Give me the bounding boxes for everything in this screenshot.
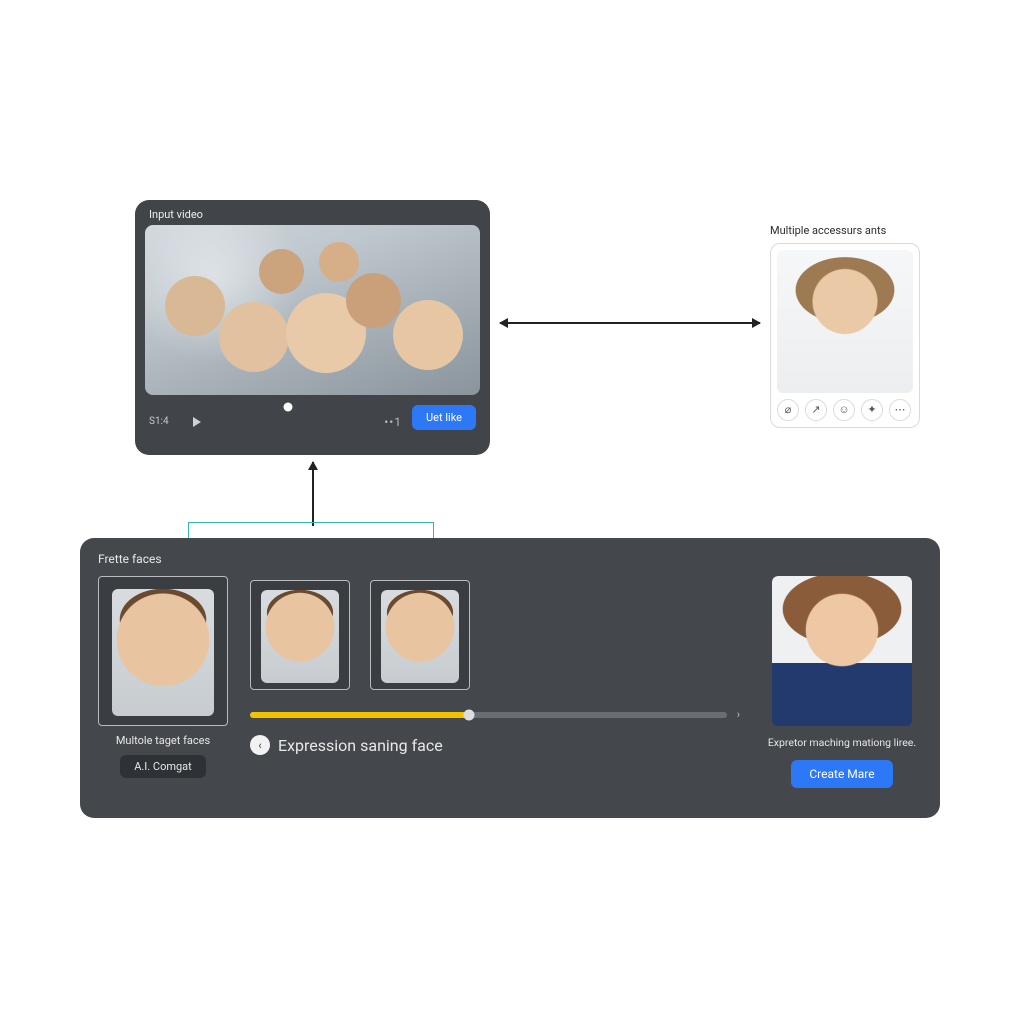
candidate-face-2[interactable] — [370, 580, 470, 690]
result-caption: Expretor maching mationg liree. — [768, 736, 916, 750]
target-face-thumb[interactable] — [98, 576, 228, 726]
more-dots-icon[interactable]: ••1 — [384, 415, 402, 429]
accessors-panel: Multiple accessurs ants ✓ ✕ ⌀ ↗ ☺ ✦ ⋯ — [770, 224, 920, 428]
accessors-face-image — [777, 250, 913, 393]
star-icon[interactable]: ✦ — [861, 399, 883, 421]
candidate-column: › ‹ Expression saning face — [250, 576, 740, 755]
expression-label: Expression saning face — [278, 736, 443, 755]
candidate-face-1[interactable] — [250, 580, 350, 690]
result-column: Expretor maching mationg liree. Create M… — [762, 576, 922, 788]
ai-compute-button[interactable]: A.I. Comgat — [120, 755, 206, 778]
person-icon[interactable]: ☺ — [833, 399, 855, 421]
workflow-arrow-horizontal — [500, 322, 760, 324]
accessors-chip-row: ⌀ ↗ ☺ ✦ ⋯ — [777, 399, 913, 421]
video-time-label: S1:4 — [149, 416, 175, 427]
expression-row: ‹ Expression saning face — [250, 735, 740, 755]
faces-panel: Frette faces Multole taget faces A.I. Co… — [80, 538, 940, 818]
chevron-left-icon[interactable]: ‹ — [250, 735, 270, 755]
create-more-button[interactable]: Create Mare — [791, 760, 892, 788]
chevron-right-icon: › — [737, 708, 740, 721]
accessors-label: Multiple accessurs ants — [770, 224, 920, 237]
play-icon[interactable] — [193, 417, 201, 427]
input-video-thumbnail[interactable] — [145, 225, 480, 395]
share-icon[interactable]: ↗ — [805, 399, 827, 421]
input-video-panel: Input video S1:4 ••1 Uet like — [135, 200, 490, 455]
accessors-card[interactable]: ✓ ✕ ⌀ ↗ ☺ ✦ ⋯ — [770, 243, 920, 428]
input-video-title: Input video — [135, 200, 490, 225]
video-action-button[interactable]: Uet like — [412, 405, 476, 430]
blend-slider[interactable]: › — [250, 708, 740, 721]
result-face-thumb — [772, 576, 912, 726]
faces-panel-title: Frette faces — [98, 552, 922, 566]
video-controls: S1:4 ••1 Uet like — [135, 395, 490, 442]
target-face-column: Multole taget faces A.I. Comgat — [98, 576, 228, 778]
more-icon[interactable]: ⋯ — [889, 399, 911, 421]
link-icon[interactable]: ⌀ — [777, 399, 799, 421]
target-face-caption: Multole taget faces — [116, 734, 210, 747]
workflow-arrow-up — [312, 462, 314, 526]
